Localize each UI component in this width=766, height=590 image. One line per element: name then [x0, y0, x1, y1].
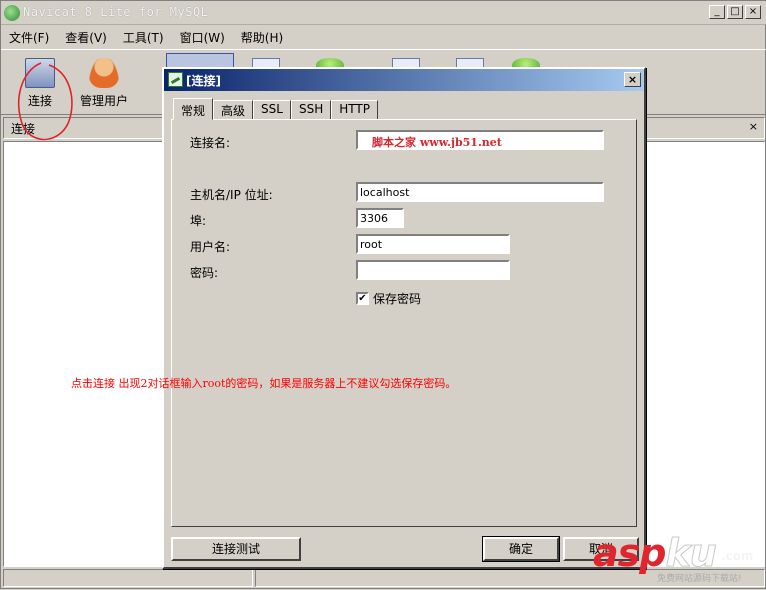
tab-ssh[interactable]: SSH — [290, 100, 332, 120]
password-input[interactable] — [356, 260, 510, 280]
username-input[interactable]: root — [356, 234, 510, 254]
dialog-titlebar: [连接] × — [164, 69, 644, 91]
watermark-logo: aspku — [593, 531, 717, 576]
watermark-subtitle: 免费网站源码下载站! — [657, 574, 742, 584]
instruction-annotation: 点击连接 出现2对话框输入root的密码，如果是服务器上不建议勾选保存密码。 — [71, 377, 457, 390]
connection-name-input[interactable]: 脚本之家 www.jb51.net — [356, 130, 604, 150]
tab-ssl[interactable]: SSL — [253, 100, 291, 120]
save-password-row[interactable]: ✔ 保存密码 — [356, 290, 421, 307]
test-connection-button[interactable]: 连接测试 — [171, 537, 301, 561]
save-password-checkbox[interactable]: ✔ — [356, 292, 369, 305]
tab-advanced[interactable]: 高级 — [213, 100, 254, 120]
username-label: 用户名: — [190, 240, 231, 254]
dialog-title: [连接] — [186, 74, 221, 88]
host-input[interactable]: localhost — [356, 182, 604, 202]
watermark-ku: ku — [665, 531, 717, 576]
navicat-window: Navicat 8 Lite for MySQL _ □ × 文件(F) 查看(… — [0, 0, 766, 589]
host-label: 主机名/IP 位址: — [190, 188, 273, 202]
circle-mark-connect — [17, 62, 73, 141]
aspku-watermark: aspku .com 免费网站源码下载站! — [593, 531, 765, 587]
password-label: 密码: — [190, 266, 219, 280]
dialog-close-button[interactable]: × — [624, 72, 641, 87]
port-input[interactable]: 3306 — [356, 208, 404, 228]
tab-general[interactable]: 常规 — [173, 98, 214, 120]
dialog-tabs: 常规 高级 SSL SSH HTTP — [173, 98, 378, 120]
watermark-dotcom: .com — [721, 549, 754, 563]
connection-dialog: [连接] × 常规 高级 SSL SSH HTTP 连接名: 脚本之家 www.… — [162, 67, 646, 569]
connection-name-label: 连接名: — [190, 136, 231, 150]
connection-dialog-icon — [168, 72, 183, 87]
save-password-label: 保存密码 — [373, 292, 422, 306]
watermark-asp: asp — [593, 531, 666, 575]
general-tab-panel: 连接名: 脚本之家 www.jb51.net 主机名/IP 位址: localh… — [171, 119, 637, 527]
ok-button[interactable]: 确定 — [482, 536, 560, 562]
tab-http[interactable]: HTTP — [331, 100, 378, 120]
port-label: 埠: — [190, 214, 207, 228]
